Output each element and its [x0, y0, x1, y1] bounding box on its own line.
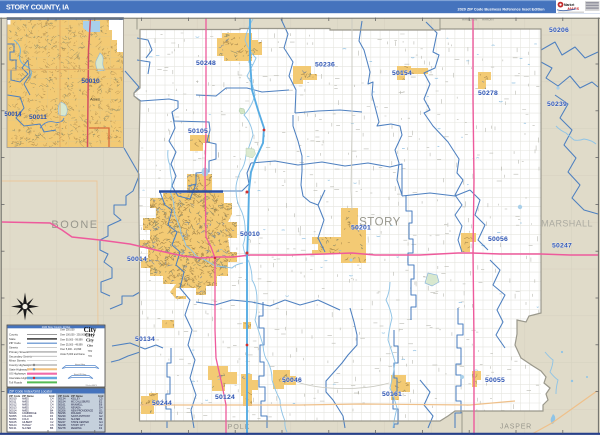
svg-text:ZIP Code: ZIP Code	[9, 341, 21, 345]
svg-text:50244: 50244	[152, 400, 172, 407]
svg-text:50014: 50014	[127, 256, 147, 263]
svg-text:50056: 50056	[488, 236, 508, 243]
svg-text:Minor Streets: Minor Streets	[9, 359, 26, 363]
svg-text:ZIP Code Index/Grid Locator: ZIP Code Index/Grid Locator	[9, 390, 53, 394]
svg-text:50105: 50105	[188, 128, 208, 135]
svg-text:50278: 50278	[58, 426, 66, 430]
svg-text:Toll Roads: Toll Roads	[9, 380, 23, 384]
svg-text:50278: 50278	[478, 90, 498, 97]
svg-text:50201: 50201	[351, 225, 371, 232]
svg-text:50014: 50014	[4, 111, 22, 118]
svg-text:50236: 50236	[315, 62, 335, 69]
svg-text:State Highways: State Highways	[9, 367, 29, 371]
svg-text:50134: 50134	[135, 336, 155, 343]
svg-text:50011: 50011	[29, 114, 47, 121]
svg-text:50248: 50248	[196, 60, 216, 67]
svg-text:50131: 50131	[9, 426, 17, 430]
svg-text:50055: 50055	[485, 377, 505, 384]
svg-text:50206: 50206	[549, 27, 569, 34]
svg-text:HAMILTON: HAMILTON	[462, 18, 477, 22]
svg-text:50161: 50161	[382, 391, 402, 398]
svg-text:Interst Hwy: Interst Hwy	[75, 363, 85, 366]
svg-text:MARSHALL: MARSHALL	[541, 219, 593, 229]
svg-text:BOONE: BOONE	[51, 219, 98, 231]
svg-text:Over 50,000 - 99,999: Over 50,000 - 99,999	[60, 338, 83, 341]
svg-text:SLATER: SLATER	[22, 427, 31, 430]
svg-text:STORY COUNTY, IA: STORY COUNTY, IA	[6, 3, 69, 12]
svg-text:50046: 50046	[282, 377, 302, 384]
svg-text:Over 5,000 - 24,999: Over 5,000 - 24,999	[60, 348, 82, 351]
svg-text:50124: 50124	[215, 394, 235, 401]
svg-text:50154: 50154	[392, 70, 412, 77]
svg-text:JASPER: JASPER	[500, 424, 532, 431]
svg-text:B6: B6	[50, 426, 54, 430]
svg-text:50010: 50010	[240, 231, 260, 238]
svg-text:State/US Hwy: State/US Hwy	[74, 373, 86, 376]
svg-text:HARDIN: HARDIN	[482, 18, 494, 22]
svg-text:City: City	[86, 338, 95, 343]
svg-text:City: City	[88, 355, 92, 357]
svg-text:County: County	[9, 333, 18, 337]
svg-text:Ames: Ames	[90, 98, 100, 102]
svg-text:City: City	[87, 344, 93, 348]
svg-text:50010: 50010	[81, 78, 100, 85]
svg-text:ZEARING: ZEARING	[71, 427, 82, 430]
svg-text:©MarketMAPS: ©MarketMAPS	[85, 384, 98, 387]
svg-text:F2: F2	[99, 426, 103, 430]
svg-text:50239: 50239	[547, 101, 567, 108]
svg-text:50247: 50247	[552, 243, 572, 250]
svg-text:Primary Streets: Primary Streets	[9, 350, 29, 354]
svg-text:Under 5,000 and Name: Under 5,000 and Name	[60, 353, 86, 356]
svg-text:2020 ZIP Code Business Referen: 2020 ZIP Code Business Reference Inset E…	[457, 7, 545, 11]
svg-text:Over 25,000 - 49,999: Over 25,000 - 49,999	[60, 343, 83, 346]
svg-text:Over 250,000: Over 250,000	[60, 329, 75, 332]
